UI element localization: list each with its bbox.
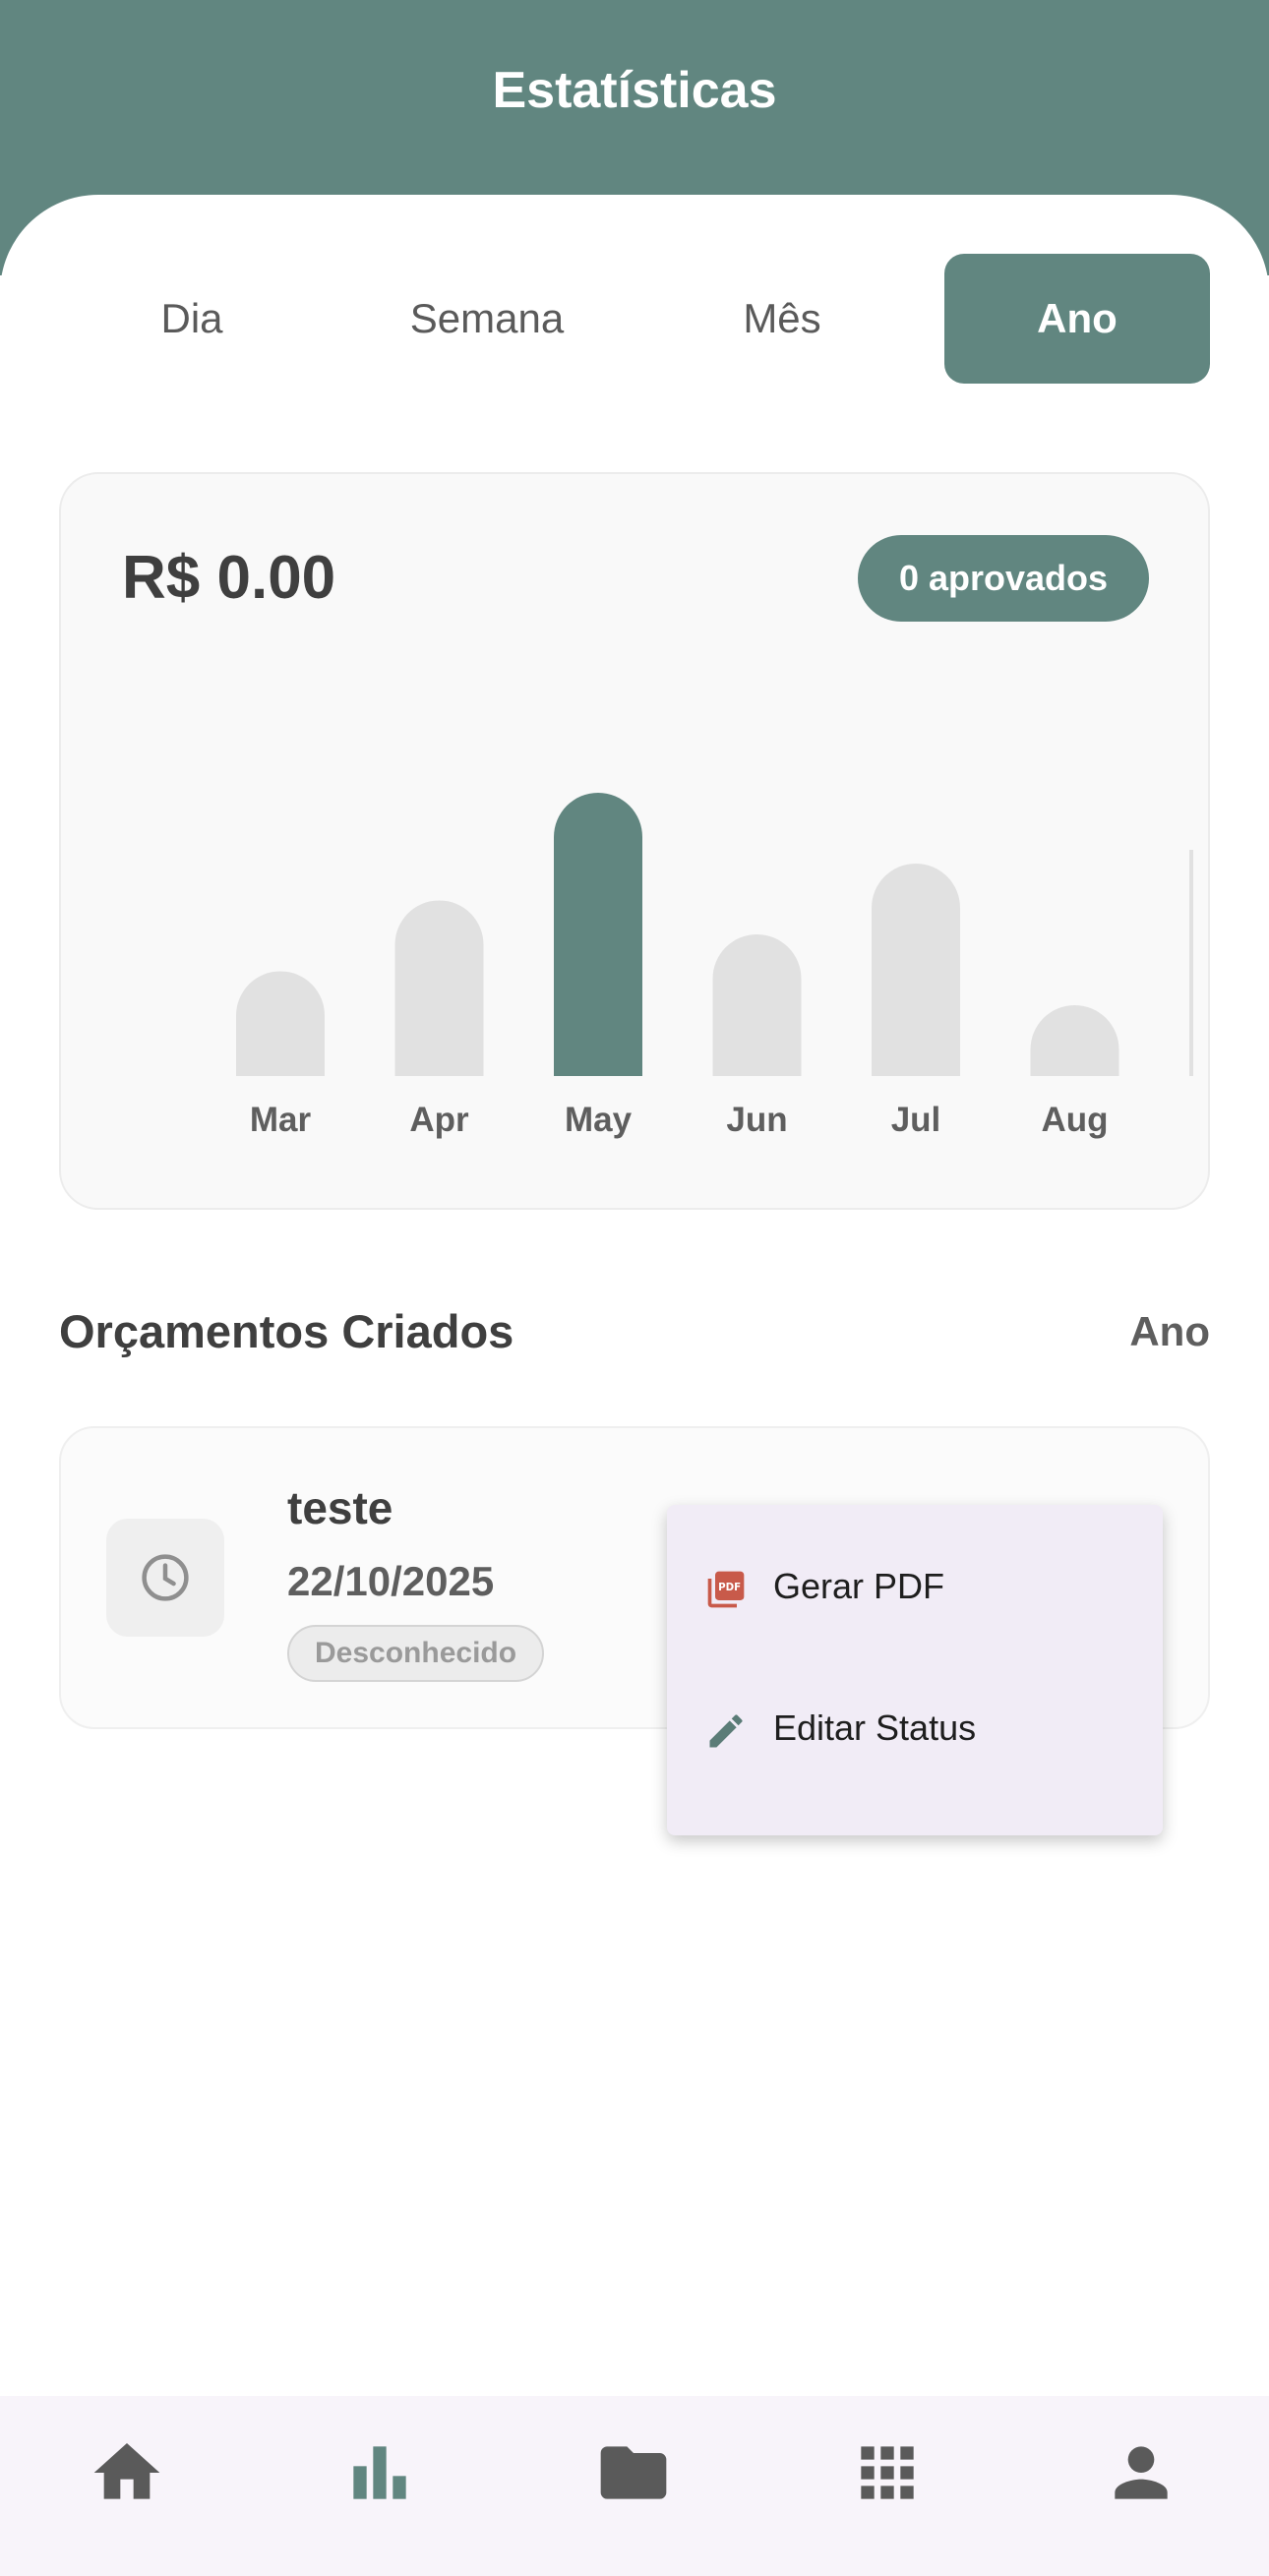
x-tick-label: Apr	[409, 1101, 469, 1139]
item-title: teste	[287, 1482, 393, 1533]
period-tabs: Dia Semana Mês Ano	[59, 254, 1210, 384]
clock-icon	[142, 1554, 189, 1601]
bar-may[interactable]	[554, 793, 642, 1076]
x-tick-label: Mar	[250, 1101, 312, 1139]
tab-semana[interactable]: Semana	[354, 254, 620, 384]
grid-icon	[861, 2446, 914, 2499]
bar-overflow-edge	[1189, 850, 1193, 1076]
menu-item-label: Gerar PDF	[773, 1566, 945, 1606]
bar-chart: Mar Apr May Jun Jul Aug	[236, 793, 1193, 1139]
person-icon	[1115, 2446, 1168, 2499]
section-title: Orçamentos Criados	[59, 1305, 514, 1357]
stats-card: R$ 0.00 0 aprovados Mar Apr May Jun Jul Aug	[59, 472, 1210, 1210]
x-tick-label: Aug	[1041, 1101, 1108, 1139]
tab-dia[interactable]: Dia	[59, 254, 325, 384]
status-badge: Desconhecido	[287, 1625, 545, 1682]
nav-folder[interactable]	[594, 2433, 673, 2512]
bar-jun[interactable]	[712, 934, 802, 1076]
menu-item-gerar-pdf[interactable]: PDF Gerar PDF	[667, 1525, 1163, 1652]
nav-home[interactable]	[88, 2433, 166, 2512]
menu-item-label: Editar Status	[773, 1707, 977, 1748]
x-tick-label: Jun	[726, 1101, 787, 1139]
home-icon	[93, 2443, 160, 2499]
item-icon-box	[106, 1519, 224, 1637]
bar-mar[interactable]	[236, 971, 326, 1076]
nav-statistics[interactable]	[340, 2433, 419, 2512]
bar-jul[interactable]	[872, 864, 960, 1076]
context-menu: PDF Gerar PDF Editar Status	[667, 1505, 1163, 1835]
svg-text:PDF: PDF	[718, 1582, 741, 1593]
folder-icon	[600, 2446, 667, 2499]
bar-chart-icon	[353, 2446, 406, 2499]
bar-aug[interactable]	[1030, 1005, 1119, 1076]
bottom-navigation	[0, 2396, 1269, 2576]
item-date: 22/10/2025	[287, 1558, 495, 1604]
x-tick-label: May	[565, 1101, 633, 1139]
pdf-icon: PDF	[707, 1571, 745, 1608]
tab-mes[interactable]: Mês	[649, 254, 915, 384]
section-filter-link[interactable]: Ano	[1129, 1308, 1210, 1355]
nav-profile[interactable]	[1102, 2433, 1180, 2512]
bar-apr[interactable]	[394, 900, 484, 1076]
page-title: Estatísticas	[492, 62, 777, 119]
menu-item-editar-status[interactable]: Editar Status	[667, 1666, 1163, 1794]
pencil-icon	[709, 1714, 743, 1748]
tab-ano[interactable]: Ano	[944, 254, 1210, 384]
x-tick-label: Jul	[891, 1101, 941, 1139]
nav-apps[interactable]	[848, 2433, 927, 2512]
